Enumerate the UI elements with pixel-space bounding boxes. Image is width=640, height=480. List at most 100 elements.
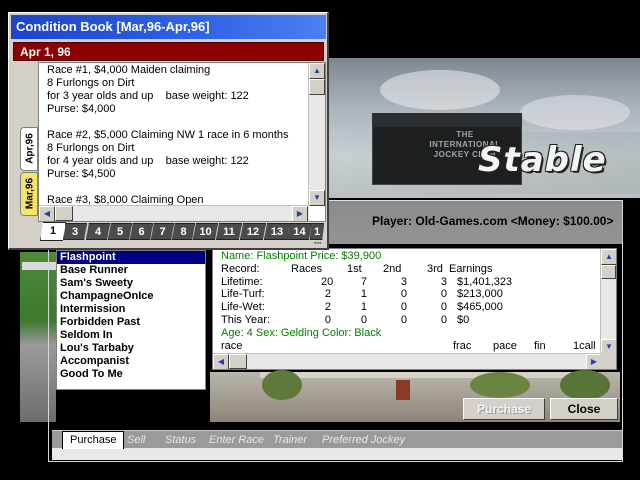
record-label: Lifetime: bbox=[221, 275, 263, 288]
day-tab[interactable]: 4 bbox=[86, 223, 110, 240]
tab-preferred-jockey[interactable]: Preferred Jockey bbox=[315, 432, 412, 448]
race-header-race: race bbox=[221, 339, 243, 352]
tab-enter-race[interactable]: Enter Race bbox=[202, 432, 271, 448]
race-condition: Race #2, $5,000 Claiming NW 1 race in 6 … bbox=[47, 129, 309, 181]
detail-vertical-scrollbar[interactable]: ▲ ▼ bbox=[600, 249, 616, 355]
tab-sell[interactable]: Sell bbox=[120, 432, 152, 448]
name-price-line: Name: Flashpoint Price: $39,900 bbox=[221, 250, 601, 263]
record-row: Life-Turf: 2 1 0 0 $213,000 bbox=[221, 288, 601, 301]
record-second: 0 bbox=[400, 301, 407, 314]
race-line3: for 3 year olds and up base weight: 122 bbox=[47, 90, 249, 102]
record-second: 3 bbox=[400, 275, 407, 288]
race-line4: Purse: $4,000 bbox=[47, 103, 116, 115]
tab-bar-base bbox=[52, 448, 622, 460]
record-first: 0 bbox=[360, 313, 367, 326]
race-line1: Race #2, $5,000 Claiming NW 1 race in 6 … bbox=[47, 129, 289, 141]
month-tab-mar[interactable]: Mar,96 bbox=[20, 172, 38, 216]
scroll-thumb[interactable] bbox=[55, 206, 73, 221]
tab-trainer[interactable]: Trainer bbox=[266, 432, 314, 448]
race-list: Race #1, $4,000 Maiden claiming 8 Furlong… bbox=[47, 64, 309, 220]
day-tab[interactable]: 7 bbox=[151, 223, 174, 240]
race-header-pace: pace bbox=[493, 339, 517, 352]
record-header: Record: Races 1st 2nd 3rd Earnings bbox=[221, 263, 601, 276]
day-tab[interactable]: 10 bbox=[193, 223, 218, 240]
resize-grip[interactable]: ▪▪▪ bbox=[314, 240, 324, 248]
horse-list-item[interactable]: ChampagneOnIce bbox=[57, 290, 205, 303]
scroll-right-button[interactable]: ▶ bbox=[292, 206, 308, 221]
conditions-vertical-scrollbar[interactable]: ▲ ▼ bbox=[308, 63, 325, 206]
scroll-thumb[interactable] bbox=[601, 265, 616, 279]
record-label: Life-Turf: bbox=[221, 288, 265, 301]
race-header-call: 1call bbox=[573, 339, 596, 352]
day-tab[interactable]: 12 bbox=[240, 223, 266, 240]
age-sex-color: Age: 4 Sex: Gelding Color: Black bbox=[221, 326, 382, 339]
record-row: Lifetime: 20 7 3 3 $1,401,323 bbox=[221, 276, 601, 289]
record-first: 1 bbox=[360, 301, 367, 314]
race-header-fin: fin bbox=[534, 339, 546, 352]
day-tab[interactable]: 3 bbox=[63, 223, 87, 240]
record-races: 2 bbox=[324, 301, 331, 314]
record-third: 0 bbox=[440, 288, 447, 301]
horse-list-item[interactable]: Good To Me bbox=[57, 368, 205, 381]
record-second: 0 bbox=[400, 313, 407, 326]
day-tab[interactable]: 5 bbox=[108, 223, 132, 240]
record-header-second: 2nd bbox=[383, 262, 402, 275]
record-third: 0 bbox=[440, 313, 447, 326]
race-line3: for 4 year olds and up base weight: 122 bbox=[47, 155, 249, 167]
conditions-horizontal-scrollbar[interactable]: ◀ ▶ bbox=[39, 205, 309, 221]
record-first: 1 bbox=[360, 288, 367, 301]
day-tab[interactable]: 8 bbox=[172, 223, 195, 240]
horse-list-item[interactable]: Sam's Sweety bbox=[57, 277, 205, 290]
record-third: 0 bbox=[440, 301, 447, 314]
month-tab-apr[interactable]: Apr,96 bbox=[20, 127, 38, 171]
record-second: 0 bbox=[400, 288, 407, 301]
scroll-left-button[interactable]: ◀ bbox=[39, 206, 55, 221]
record-rows: Lifetime: 20 7 3 3 $1,401,323 Life-Turf: 2 1 0 0 $2… bbox=[221, 276, 601, 327]
close-button[interactable]: Close bbox=[550, 398, 618, 420]
horse-list-item[interactable]: Intermission bbox=[57, 303, 205, 316]
scroll-down-button[interactable]: ▼ bbox=[309, 190, 325, 206]
horse-list-item[interactable]: Flashpoint bbox=[57, 251, 205, 264]
record-races: 0 bbox=[324, 313, 331, 326]
horse-detail-pane: Name: Flashpoint Price: $39,900 Record: … bbox=[212, 248, 617, 370]
horse-list-item[interactable]: Accompanist bbox=[57, 355, 205, 368]
record-third: 3 bbox=[440, 275, 447, 288]
scroll-thumb[interactable] bbox=[229, 354, 247, 369]
horse-list-item[interactable]: Forbidden Past bbox=[57, 316, 205, 329]
detail-horizontal-scrollbar[interactable]: ◀ ▶ bbox=[213, 353, 602, 369]
race-line1: Race #1, $4,000 Maiden claiming bbox=[47, 64, 211, 76]
purchase-button[interactable]: Purchase bbox=[463, 398, 545, 420]
scroll-corner bbox=[600, 353, 616, 369]
scroll-up-button[interactable]: ▲ bbox=[309, 63, 325, 79]
record-earnings: $1,401,323 bbox=[457, 275, 513, 288]
day-tab[interactable]: 1 bbox=[310, 223, 324, 240]
horse-detail-content: Name: Flashpoint Price: $39,900 Record: … bbox=[221, 250, 601, 352]
horse-list-item[interactable]: Base Runner bbox=[57, 264, 205, 277]
cloud bbox=[380, 70, 500, 110]
day-tab[interactable]: 14 bbox=[287, 223, 312, 240]
day-tab[interactable]: 13 bbox=[264, 223, 290, 240]
day-tab[interactable]: 11 bbox=[216, 223, 242, 240]
record-header-label: Record: bbox=[221, 262, 260, 275]
record-races: 2 bbox=[324, 288, 331, 301]
condition-book-title[interactable]: Condition Book [Mar,96-Apr,96] bbox=[11, 15, 326, 39]
tab-purchase[interactable]: Purchase bbox=[62, 431, 125, 449]
race-conditions-text: Race #1, $4,000 Maiden claiming 8 Furlong… bbox=[38, 62, 326, 222]
record-earnings: $213,000 bbox=[457, 288, 503, 301]
horse-list-item[interactable]: Lou's Tarbaby bbox=[57, 342, 205, 355]
scroll-left-button[interactable]: ◀ bbox=[213, 354, 229, 369]
horse-list[interactable]: Flashpoint Base Runner Sam's Sweety Champag… bbox=[56, 250, 206, 390]
day-tab[interactable]: 6 bbox=[130, 223, 153, 240]
record-row: This Year: 0 0 0 0 $0 bbox=[221, 314, 601, 327]
race-line2: 8 Furlongs on Dirt bbox=[47, 77, 135, 89]
record-header-earnings: Earnings bbox=[449, 262, 493, 275]
scroll-thumb[interactable] bbox=[309, 79, 325, 95]
horse-list-item[interactable]: Seldom In bbox=[57, 329, 205, 342]
race-line4: Purse: $4,500 bbox=[47, 168, 116, 180]
scroll-up-button[interactable]: ▲ bbox=[601, 249, 616, 265]
condition-book-date: Apr 1, 96 bbox=[13, 42, 324, 61]
stable-logo: Stable bbox=[478, 140, 607, 180]
record-earnings: $465,000 bbox=[457, 301, 503, 314]
day-tab[interactable]: 1 bbox=[40, 222, 66, 241]
tab-status[interactable]: Status bbox=[158, 432, 203, 448]
